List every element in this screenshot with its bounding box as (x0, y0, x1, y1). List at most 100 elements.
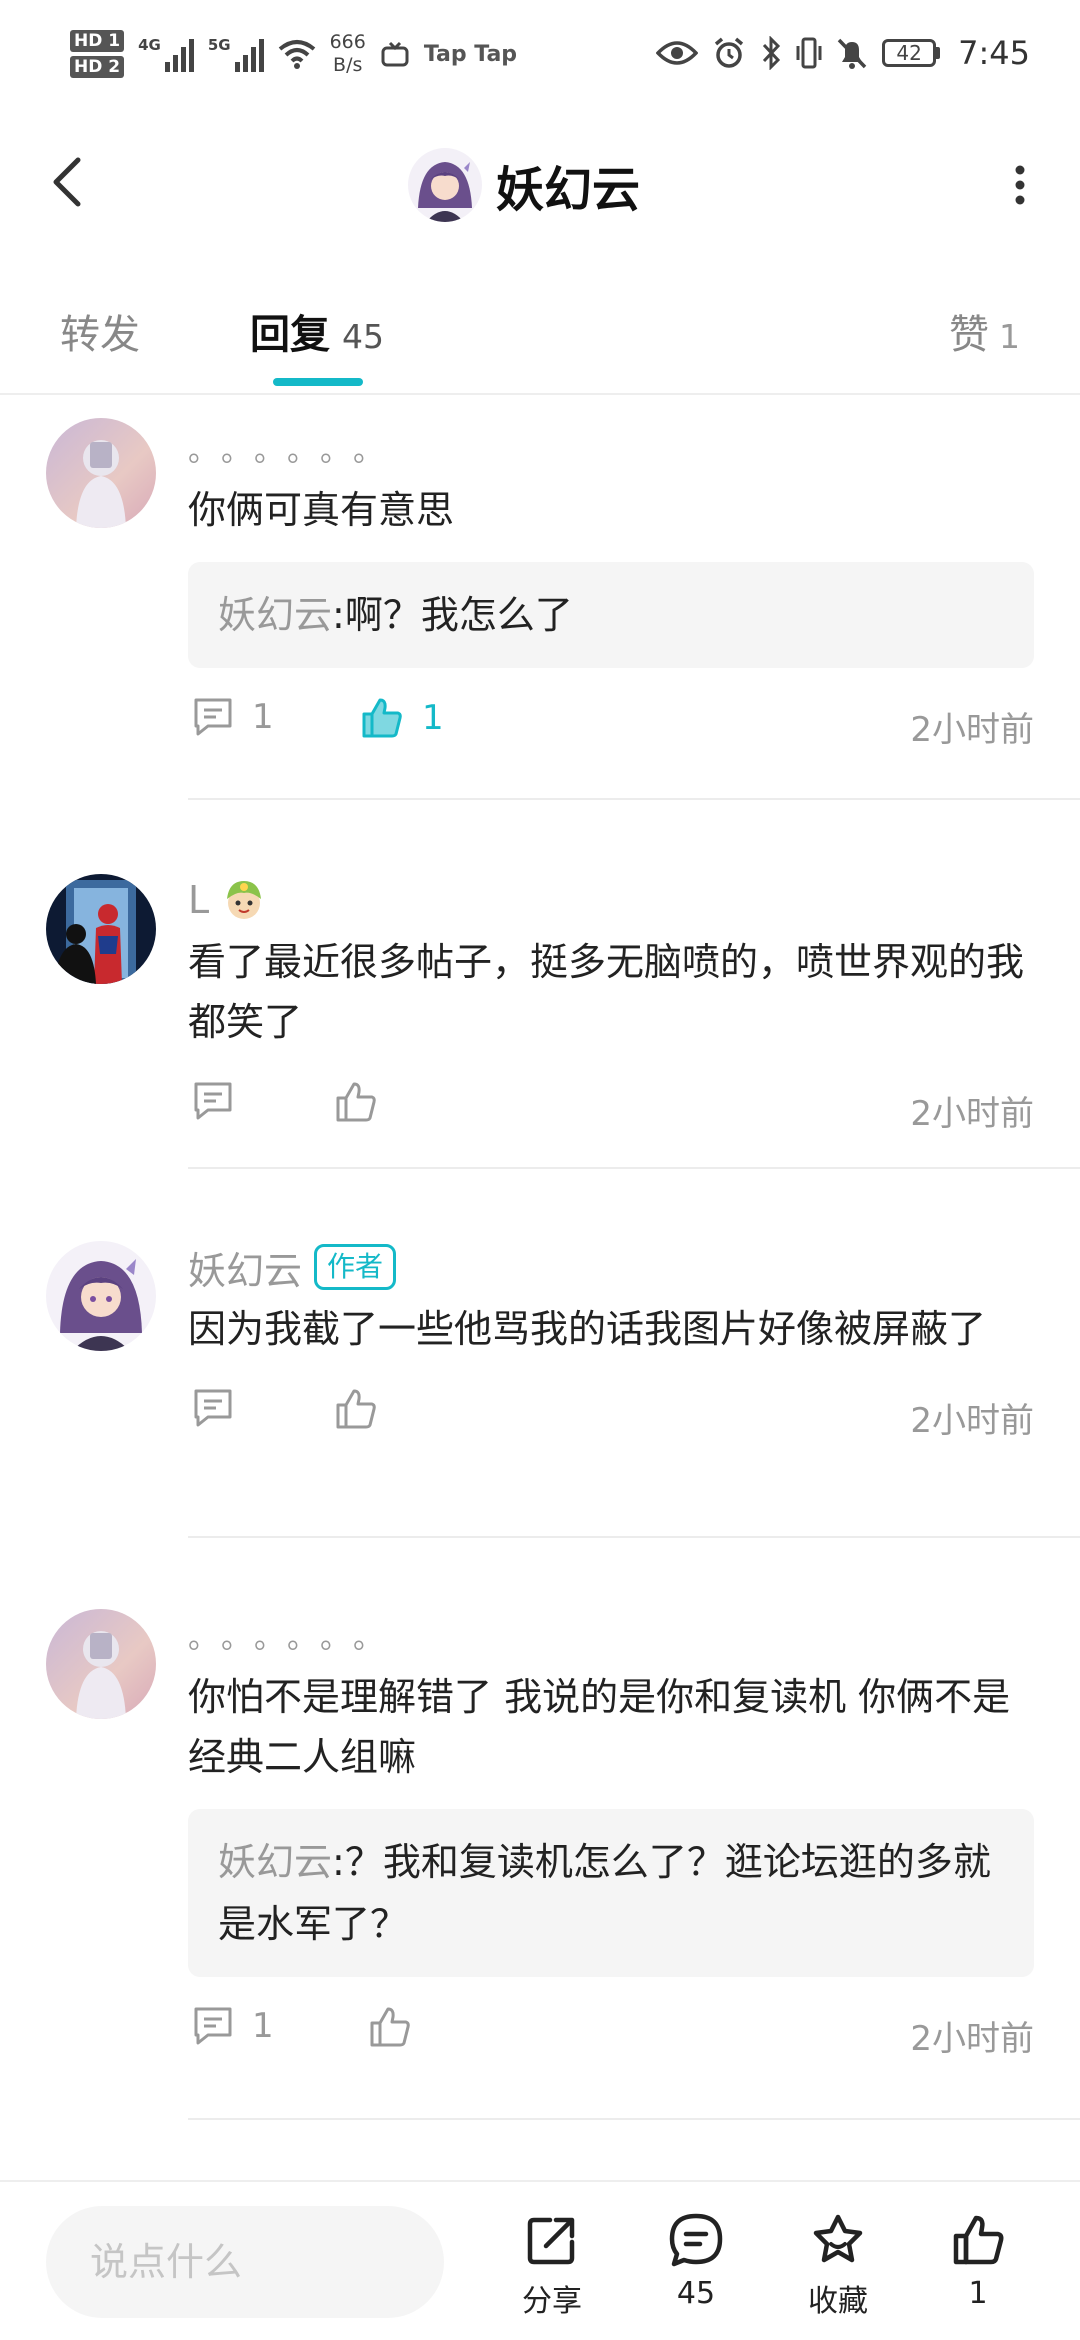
like-button[interactable]: 1 (360, 696, 444, 740)
comment-text: 看了最近很多帖子，挺多无脑喷的，喷世界观的我都笑了 (188, 940, 1025, 1044)
author-badge: 作者 (314, 1244, 397, 1290)
status-bar: HD 1 HD 2 4G 5G 666 B/s Tap Tap 42 7:45 (0, 0, 1080, 120)
thumbs-up-icon (370, 2007, 410, 2047)
author-avatar[interactable] (408, 148, 482, 222)
signal-5g-icon: 5G (208, 36, 264, 72)
tab-like[interactable]: 赞1 (949, 302, 1020, 360)
status-bar-left: HD 1 HD 2 4G 5G 666 B/s Tap Tap (70, 30, 517, 78)
vibrate-icon (796, 37, 822, 69)
user-avatar[interactable] (46, 1241, 156, 1351)
comment-body: 。。。。。。 你怕不是理解错了 我说的是你和复读机 你俩不是经典二人组嘛 妖幻云… (188, 1605, 1034, 2065)
quoted-reply[interactable]: 妖幻云:啊？我怎么了 (188, 562, 1034, 668)
tab-indicator (273, 378, 363, 386)
hd-indicators: HD 1 HD 2 (70, 30, 125, 78)
network-speed: 666 B/s (329, 31, 366, 76)
comment-username[interactable]: 妖幻云 (188, 1240, 302, 1295)
thumbs-up-icon (336, 1082, 376, 1122)
comment-text: 你怕不是理解错了 我说的是你和复读机 你俩不是经典二人组嘛 (188, 1675, 1011, 1779)
comment-username[interactable]: L (188, 878, 209, 922)
thumbs-up-filled-icon (362, 698, 402, 738)
comment-actions: 1 2小时前 (188, 2005, 1034, 2065)
user-avatar[interactable] (46, 418, 156, 528)
comment-time: 2小时前 (910, 2019, 1034, 2059)
comment-bubble-icon (669, 2213, 723, 2267)
comment-body: 。。。。。。 你俩可真有意思 妖幻云:啊？我怎么了 1 1 2小时前 (188, 418, 1034, 756)
tab-bar: 转发 回复 45 赞1 (0, 290, 1080, 395)
reply-count: 45 (342, 317, 384, 356)
favorite-label: 收藏 (808, 2284, 868, 2319)
comment-icon (194, 1389, 232, 1427)
comment-username[interactable]: 。。。。。。 (188, 1605, 1034, 1665)
comment-input[interactable]: 说点什么 (46, 2206, 444, 2318)
comments-button[interactable]: 45 (646, 2212, 746, 2311)
comment-actions: 2小时前 (188, 1080, 1034, 1140)
divider (188, 1536, 1080, 1538)
share-icon (527, 2217, 575, 2265)
tab-reply[interactable]: 回复 45 (250, 302, 384, 360)
likes-count: 1 (968, 2276, 988, 2311)
comment-text: 你俩可真有意思 (188, 488, 455, 532)
comment-username-row: L (188, 870, 1034, 930)
status-time: 7:45 (958, 34, 1030, 72)
divider (188, 1167, 1080, 1169)
status-bar-right: 42 7:45 (656, 34, 1030, 72)
app-notification-label: Tap Tap (423, 41, 518, 67)
reply-button[interactable] (192, 1387, 234, 1429)
quoted-username: 妖幻云 (218, 1840, 333, 1884)
user-avatar[interactable] (46, 874, 156, 984)
signal-4g-icon: 4G (138, 36, 194, 72)
thumbs-up-icon (336, 1389, 376, 1429)
star-icon (813, 2214, 863, 2263)
like-button[interactable] (334, 1387, 378, 1431)
comment-body: 妖幻云 作者 因为我截了一些他骂我的话我图片好像被屏蔽了 2小时前 (188, 1237, 1034, 1447)
favorite-button[interactable]: 收藏 (788, 2212, 888, 2320)
hd2-label: HD 2 (70, 56, 125, 78)
comments-count: 45 (676, 2276, 716, 2311)
nav-title: 妖幻云 (496, 162, 641, 218)
comment-body: L 看了最近很多帖子，挺多无脑喷的，喷世界观的我都笑了 2小时前 (188, 870, 1034, 1140)
like-button[interactable] (334, 1080, 378, 1124)
quoted-username: 妖幻云 (218, 593, 333, 637)
divider (188, 798, 1080, 800)
comment-actions: 2小时前 (188, 1387, 1034, 1447)
like-count: 1 (422, 698, 444, 738)
comment-actions: 1 1 2小时前 (188, 696, 1034, 756)
share-button[interactable]: 分享 (502, 2212, 602, 2320)
tab-forward[interactable]: 转发 (60, 302, 140, 360)
quoted-text: :啊？我怎么了 (332, 593, 573, 637)
comment-time: 2小时前 (910, 710, 1034, 750)
nav-title-group[interactable]: 妖幻云 (408, 148, 640, 222)
quoted-reply[interactable]: 妖幻云:？我和复读机怎么了？逛论坛逛的多就是水军了？ (188, 1809, 1034, 1977)
thumbs-up-icon (953, 2215, 1004, 2265)
comment-username-row: 妖幻云 作者 (188, 1237, 1034, 1297)
comment-time: 2小时前 (910, 1094, 1034, 1134)
alarm-icon (715, 37, 744, 68)
tv-icon (381, 41, 409, 67)
bottom-bar: 说点什么 分享 45 收藏 1 (0, 2180, 1080, 2340)
bluetooth-icon (763, 36, 781, 70)
comment-icon (194, 2007, 232, 2045)
comment-icon (194, 698, 232, 736)
share-label: 分享 (522, 2284, 582, 2319)
comment-time: 2小时前 (910, 1401, 1034, 1441)
wifi-icon (278, 40, 315, 69)
divider (188, 2118, 1080, 2120)
comment-text: 因为我截了一些他骂我的话我图片好像被屏蔽了 (188, 1307, 987, 1351)
comment-username[interactable]: 。。。。。。 (188, 418, 1034, 478)
like-post-button[interactable]: 1 (928, 2212, 1028, 2311)
comment-icon (194, 1082, 232, 1120)
eye-icon (656, 41, 699, 65)
reply-count: 1 (252, 2006, 274, 2046)
like-count: 1 (999, 317, 1020, 356)
user-avatar[interactable] (46, 1609, 156, 1719)
back-button[interactable] (40, 152, 100, 212)
more-options-icon[interactable] (1000, 160, 1040, 210)
reply-count: 1 (252, 697, 274, 737)
quoted-text: :？我和复读机怎么了？逛论坛逛的多就是水军了？ (218, 1840, 991, 1946)
mute-bell-icon (837, 38, 867, 69)
reply-button[interactable]: 1 (192, 696, 274, 738)
reply-button[interactable] (192, 1080, 234, 1122)
nav-bar: 妖幻云 (0, 130, 1080, 240)
like-button[interactable] (368, 2005, 412, 2049)
reply-button[interactable]: 1 (192, 2005, 274, 2047)
